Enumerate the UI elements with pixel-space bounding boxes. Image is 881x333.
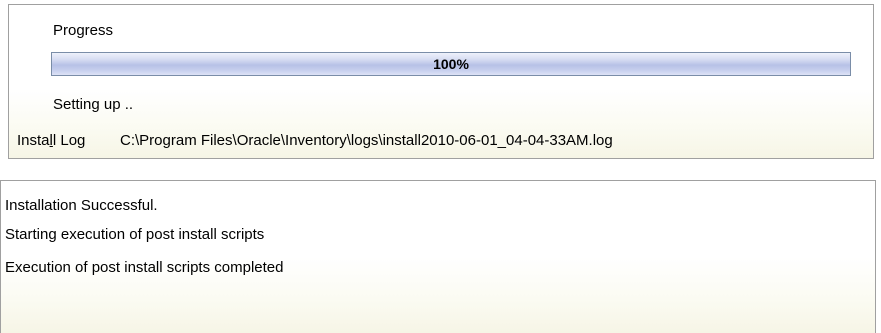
output-line: Installation Successful. [5, 197, 158, 214]
output-line: Starting execution of post install scrip… [5, 226, 265, 243]
output-log-panel[interactable]: Installation Successful. Starting execut… [0, 180, 876, 333]
install-log-label-suffix: l Log [52, 132, 86, 149]
install-log-path[interactable]: C:\Program Files\Oracle\Inventory\logs\i… [120, 132, 613, 150]
progress-percent-label: 100% [433, 56, 469, 72]
progress-bar: 100% [51, 52, 851, 76]
output-line: Execution of post install scripts comple… [5, 259, 284, 276]
progress-title: Progress [53, 22, 114, 39]
progress-panel: Progress 100% Setting up .. Install Log … [8, 4, 874, 159]
installer-progress-page: Progress 100% Setting up .. Install Log … [0, 0, 881, 333]
progress-status-text: Setting up .. [53, 96, 134, 113]
install-log-label: Install Log [17, 132, 85, 150]
install-log-label-prefix: Insta [17, 132, 50, 149]
